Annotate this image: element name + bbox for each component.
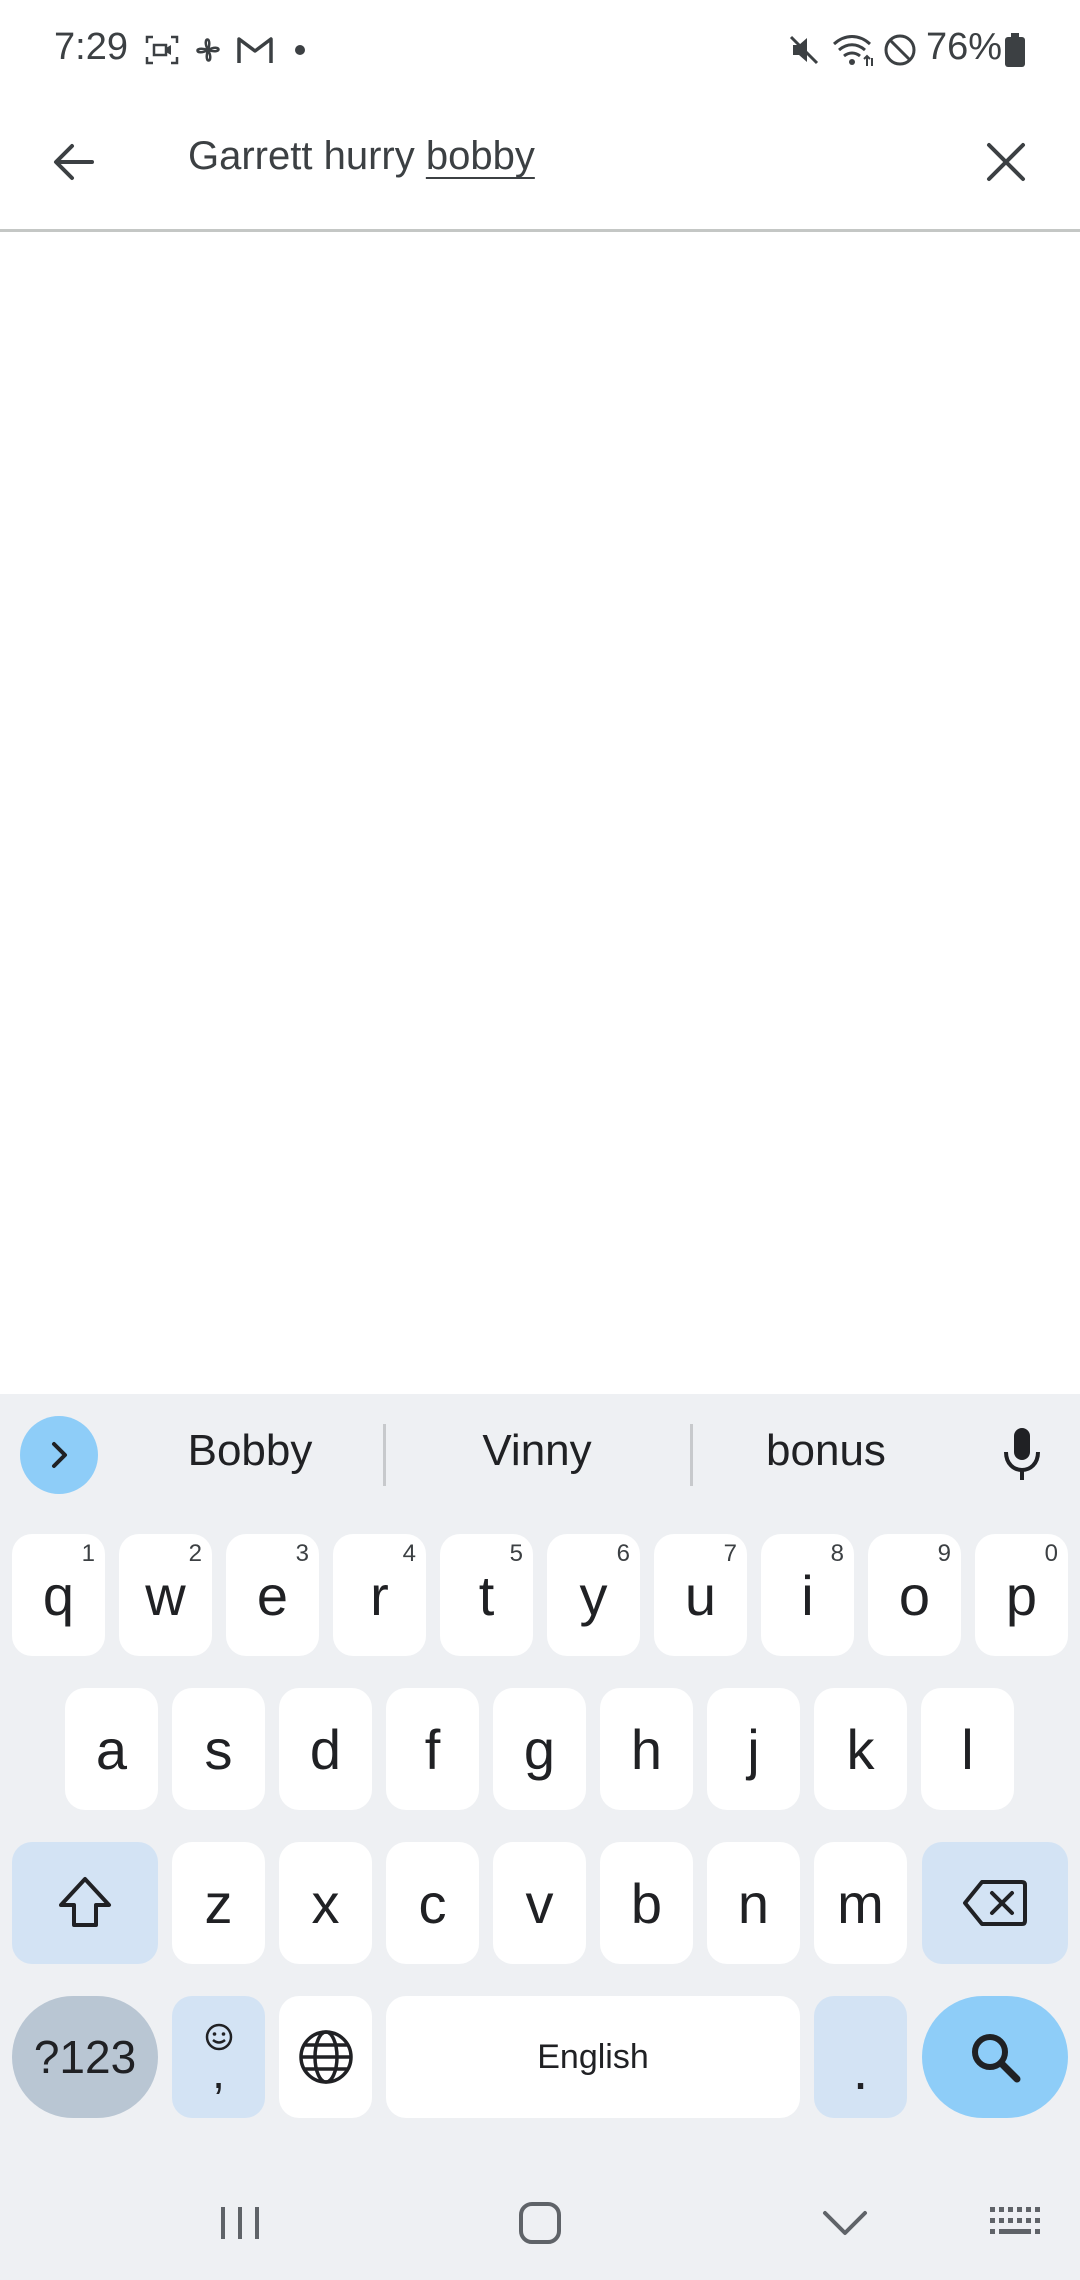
expand-toolbar-button[interactable] xyxy=(20,1416,98,1494)
key-k[interactable]: k xyxy=(814,1688,907,1810)
space-key[interactable]: English xyxy=(386,1996,800,2118)
key-e[interactable]: e3 xyxy=(226,1534,319,1656)
key-y[interactable]: y6 xyxy=(547,1534,640,1656)
navigation-bar xyxy=(0,2170,1080,2280)
search-icon xyxy=(972,2034,1021,2083)
composing-word: bobby xyxy=(425,134,535,178)
status-bar: 7:29 76% xyxy=(0,0,1080,100)
shift-key[interactable] xyxy=(12,1842,158,1964)
suggestion-3[interactable]: bonus xyxy=(726,1426,926,1476)
screen-record-icon xyxy=(142,30,182,70)
key-v[interactable]: v xyxy=(493,1842,586,1964)
keyboard-switch-icon xyxy=(990,2207,1040,2234)
search-key[interactable] xyxy=(922,1996,1068,2118)
suggestion-divider xyxy=(383,1424,386,1486)
comma-label: , xyxy=(212,2046,225,2098)
hide-keyboard-icon xyxy=(823,2211,867,2235)
key-o[interactable]: o9 xyxy=(868,1534,961,1656)
search-bar: Garrett hurry bobby xyxy=(0,100,1080,232)
key-u[interactable]: u7 xyxy=(654,1534,747,1656)
key-s[interactable]: s xyxy=(172,1688,265,1810)
globe-icon xyxy=(298,2030,353,2084)
key-l[interactable]: l xyxy=(921,1688,1014,1810)
mute-icon xyxy=(784,30,824,70)
emoji-comma-key[interactable]: , xyxy=(172,1996,265,2118)
key-n[interactable]: n xyxy=(707,1842,800,1964)
key-h[interactable]: h xyxy=(600,1688,693,1810)
home-button[interactable] xyxy=(505,2188,575,2258)
query-text: Garrett hurry xyxy=(188,134,426,178)
language-key[interactable] xyxy=(279,1996,372,2118)
voice-input-button[interactable] xyxy=(990,1422,1054,1486)
key-b[interactable]: b xyxy=(600,1842,693,1964)
key-m[interactable]: m xyxy=(814,1842,907,1964)
recent-apps-button[interactable] xyxy=(205,2188,275,2258)
search-input[interactable]: Garrett hurry bobby xyxy=(188,134,535,179)
backspace-key[interactable] xyxy=(922,1842,1068,1964)
key-p[interactable]: p0 xyxy=(975,1534,1068,1656)
recent-apps-icon xyxy=(221,2207,259,2239)
back-button[interactable] xyxy=(36,124,112,200)
key-t[interactable]: t5 xyxy=(440,1534,533,1656)
symbols-key[interactable]: ?123 xyxy=(12,1996,158,2118)
key-r[interactable]: r4 xyxy=(333,1534,426,1656)
arrow-left-icon xyxy=(54,144,94,180)
shift-icon xyxy=(59,1877,111,1927)
key-z[interactable]: z xyxy=(172,1842,265,1964)
key-c[interactable]: c xyxy=(386,1842,479,1964)
suggestion-strip: Bobby Vinny bonus xyxy=(0,1394,1080,1514)
suggestion-2[interactable]: Vinny xyxy=(437,1426,637,1476)
clear-button[interactable] xyxy=(968,124,1044,200)
gmail-icon xyxy=(234,30,276,70)
period-label: . xyxy=(852,2037,869,2101)
key-q[interactable]: q1 xyxy=(12,1534,105,1656)
battery-icon xyxy=(1002,30,1028,70)
key-g[interactable]: g xyxy=(493,1688,586,1810)
status-time: 7:29 xyxy=(54,26,128,68)
key-x[interactable]: x xyxy=(279,1842,372,1964)
suggestion-1[interactable]: Bobby xyxy=(150,1426,350,1476)
key-a[interactable]: a xyxy=(65,1688,158,1810)
key-w[interactable]: w2 xyxy=(119,1534,212,1656)
fan-icon xyxy=(188,30,228,70)
keyboard: Bobby Vinny bonus q1 w2 e3 r4 t5 y6 u7 i… xyxy=(0,1394,1080,2280)
microphone-icon xyxy=(1004,1428,1040,1480)
suggestion-divider xyxy=(690,1424,693,1486)
battery-percent: 76% xyxy=(926,26,1003,68)
key-j[interactable]: j xyxy=(707,1688,800,1810)
backspace-icon xyxy=(963,1880,1027,1926)
close-icon xyxy=(987,143,1025,181)
chevron-right-icon xyxy=(52,1442,67,1468)
hide-keyboard-button[interactable] xyxy=(810,2188,880,2258)
keyboard-switch-button[interactable] xyxy=(980,2188,1050,2258)
notification-dot-icon xyxy=(290,30,310,70)
do-not-disturb-icon xyxy=(880,30,920,70)
key-f[interactable]: f xyxy=(386,1688,479,1810)
wifi-icon xyxy=(830,30,876,70)
period-key[interactable]: . xyxy=(814,1996,907,2118)
home-icon xyxy=(519,2202,561,2244)
key-d[interactable]: d xyxy=(279,1688,372,1810)
key-i[interactable]: i8 xyxy=(761,1534,854,1656)
